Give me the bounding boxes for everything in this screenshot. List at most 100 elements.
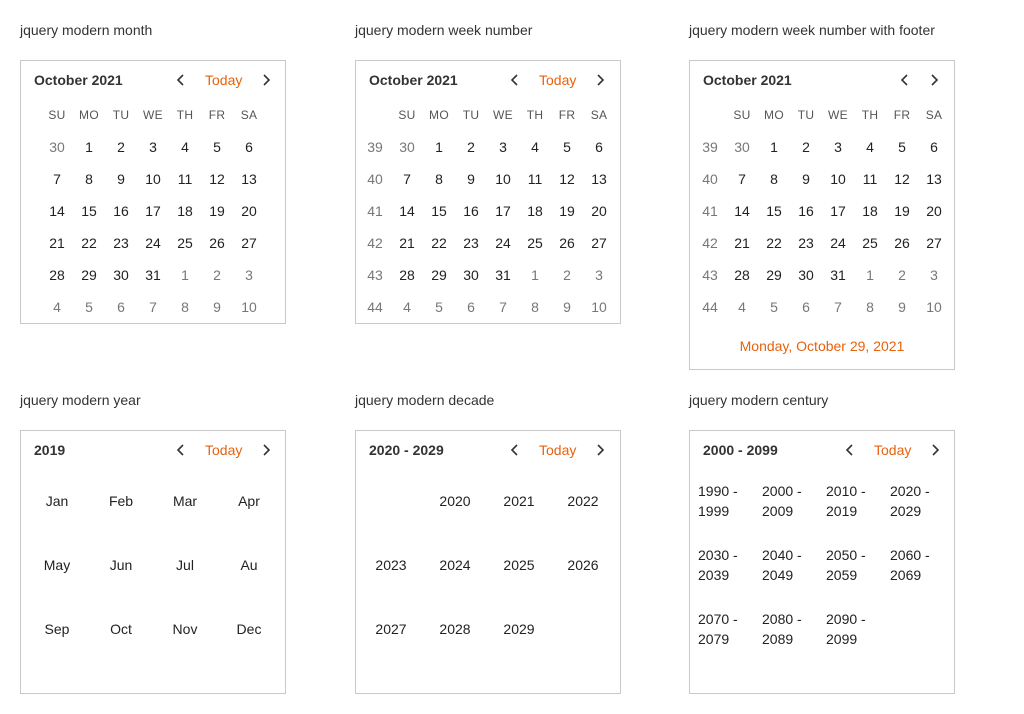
month-cell[interactable]: Mar bbox=[153, 491, 217, 511]
year-cell[interactable]: 2028 bbox=[423, 619, 487, 639]
month-cell[interactable]: May bbox=[25, 555, 89, 575]
day-cell[interactable]: 8 bbox=[423, 163, 455, 195]
decade-cell[interactable]: 2030 - 2039 bbox=[698, 545, 758, 585]
day-cell[interactable]: 30 bbox=[455, 259, 487, 291]
day-cell[interactable]: 18 bbox=[854, 195, 886, 227]
day-cell[interactable]: 26 bbox=[886, 227, 918, 259]
day-cell[interactable]: 2 bbox=[790, 131, 822, 163]
day-cell[interactable]: 7 bbox=[391, 163, 423, 195]
day-cell[interactable]: 4 bbox=[169, 131, 201, 163]
day-cell[interactable]: 6 bbox=[455, 291, 487, 323]
day-cell[interactable]: 15 bbox=[758, 195, 790, 227]
day-cell[interactable]: 30 bbox=[726, 131, 758, 163]
day-cell[interactable]: 15 bbox=[423, 195, 455, 227]
day-cell[interactable]: 2 bbox=[455, 131, 487, 163]
day-cell[interactable]: 28 bbox=[726, 259, 758, 291]
day-cell[interactable]: 4 bbox=[854, 131, 886, 163]
day-cell[interactable]: 21 bbox=[391, 227, 423, 259]
day-cell[interactable]: 4 bbox=[519, 131, 551, 163]
prev-button[interactable] bbox=[171, 440, 191, 460]
day-cell[interactable]: 30 bbox=[105, 259, 137, 291]
day-cell[interactable]: 7 bbox=[41, 163, 73, 195]
day-cell[interactable]: 8 bbox=[519, 291, 551, 323]
day-cell[interactable]: 1 bbox=[519, 259, 551, 291]
day-cell[interactable]: 29 bbox=[758, 259, 790, 291]
today-button[interactable]: Today bbox=[205, 72, 242, 88]
day-cell[interactable]: 31 bbox=[487, 259, 519, 291]
day-cell[interactable]: 19 bbox=[551, 195, 583, 227]
day-cell[interactable]: 27 bbox=[233, 227, 265, 259]
day-cell[interactable]: 10 bbox=[233, 291, 265, 323]
day-cell[interactable]: 19 bbox=[201, 195, 233, 227]
day-cell[interactable]: 14 bbox=[41, 195, 73, 227]
day-cell[interactable]: 18 bbox=[519, 195, 551, 227]
today-button[interactable]: Today bbox=[874, 442, 911, 458]
day-cell[interactable]: 5 bbox=[886, 131, 918, 163]
day-cell[interactable]: 24 bbox=[822, 227, 854, 259]
day-cell[interactable]: 26 bbox=[201, 227, 233, 259]
day-cell[interactable]: 29 bbox=[423, 259, 455, 291]
decade-cell[interactable]: 2010 - 2019 bbox=[826, 481, 886, 521]
month-cell[interactable]: Au bbox=[217, 555, 281, 575]
month-cell[interactable]: Apr bbox=[217, 491, 281, 511]
day-cell[interactable]: 10 bbox=[137, 163, 169, 195]
day-cell[interactable]: 6 bbox=[790, 291, 822, 323]
day-cell[interactable]: 1 bbox=[73, 131, 105, 163]
today-button[interactable]: Today bbox=[539, 72, 576, 88]
day-cell[interactable]: 24 bbox=[487, 227, 519, 259]
year-cell[interactable]: 2027 bbox=[359, 619, 423, 639]
day-cell[interactable]: 16 bbox=[105, 195, 137, 227]
day-cell[interactable]: 25 bbox=[854, 227, 886, 259]
today-button[interactable]: Today bbox=[205, 442, 242, 458]
day-cell[interactable]: 9 bbox=[105, 163, 137, 195]
calendar-title[interactable]: October 2021 bbox=[34, 72, 123, 88]
day-cell[interactable]: 12 bbox=[551, 163, 583, 195]
day-cell[interactable]: 4 bbox=[41, 291, 73, 323]
day-cell[interactable]: 27 bbox=[583, 227, 615, 259]
day-cell[interactable]: 31 bbox=[137, 259, 169, 291]
day-cell[interactable]: 19 bbox=[886, 195, 918, 227]
next-button[interactable] bbox=[925, 440, 945, 460]
decade-cell[interactable]: 2060 - 2069 bbox=[890, 545, 950, 585]
day-cell[interactable]: 7 bbox=[822, 291, 854, 323]
decade-cell[interactable]: 2020 - 2029 bbox=[890, 481, 950, 521]
decade-cell[interactable]: 2070 - 2079 bbox=[698, 609, 758, 649]
day-cell[interactable]: 2 bbox=[886, 259, 918, 291]
prev-button[interactable] bbox=[171, 70, 191, 90]
day-cell[interactable]: 7 bbox=[726, 163, 758, 195]
day-cell[interactable]: 3 bbox=[822, 131, 854, 163]
day-cell[interactable]: 21 bbox=[726, 227, 758, 259]
day-cell[interactable]: 2 bbox=[105, 131, 137, 163]
day-cell[interactable]: 27 bbox=[918, 227, 950, 259]
decade-cell[interactable]: 2090 - 2099 bbox=[826, 609, 886, 649]
day-cell[interactable]: 24 bbox=[137, 227, 169, 259]
day-cell[interactable]: 1 bbox=[758, 131, 790, 163]
day-cell[interactable]: 7 bbox=[487, 291, 519, 323]
year-cell[interactable]: 2026 bbox=[551, 555, 615, 575]
day-cell[interactable]: 3 bbox=[583, 259, 615, 291]
day-cell[interactable]: 23 bbox=[455, 227, 487, 259]
day-cell[interactable]: 10 bbox=[822, 163, 854, 195]
day-cell[interactable]: 20 bbox=[918, 195, 950, 227]
month-cell[interactable]: Feb bbox=[89, 491, 153, 511]
calendar-title[interactable]: 2019 bbox=[34, 442, 65, 458]
calendar-title[interactable]: October 2021 bbox=[703, 72, 792, 88]
day-cell[interactable]: 6 bbox=[233, 131, 265, 163]
year-cell[interactable]: 2021 bbox=[487, 491, 551, 511]
day-cell[interactable]: 28 bbox=[41, 259, 73, 291]
day-cell[interactable]: 5 bbox=[73, 291, 105, 323]
year-cell[interactable]: 2025 bbox=[487, 555, 551, 575]
day-cell[interactable]: 3 bbox=[918, 259, 950, 291]
year-cell[interactable]: 2020 bbox=[423, 491, 487, 511]
day-cell[interactable]: 4 bbox=[726, 291, 758, 323]
month-cell[interactable]: Jan bbox=[25, 491, 89, 511]
day-cell[interactable]: 30 bbox=[41, 131, 73, 163]
next-button[interactable] bbox=[256, 440, 276, 460]
day-cell[interactable]: 9 bbox=[455, 163, 487, 195]
next-button[interactable] bbox=[590, 70, 610, 90]
day-cell[interactable]: 9 bbox=[790, 163, 822, 195]
day-cell[interactable]: 5 bbox=[758, 291, 790, 323]
day-cell[interactable]: 5 bbox=[551, 131, 583, 163]
decade-cell[interactable]: 2050 - 2059 bbox=[826, 545, 886, 585]
day-cell[interactable]: 22 bbox=[73, 227, 105, 259]
